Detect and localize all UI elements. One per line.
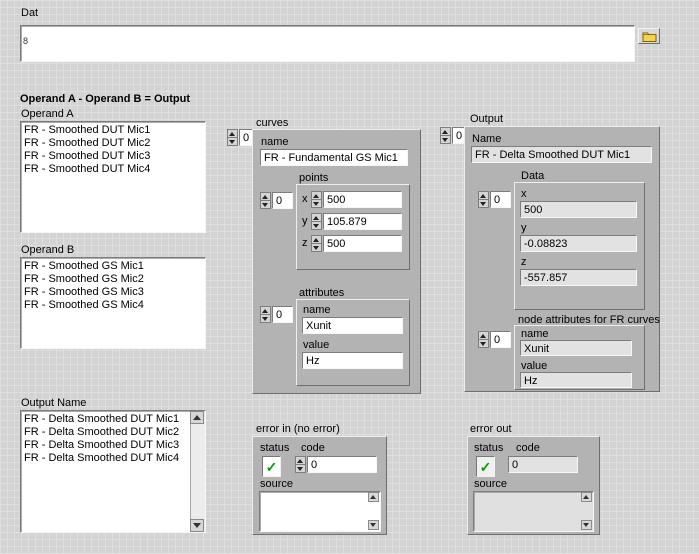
output-label: Output [470, 113, 503, 125]
attributes-index-spinner[interactable] [260, 306, 271, 323]
node-attributes-index-field[interactable]: 0 [490, 331, 511, 348]
node-attribute-name-label: name [521, 328, 549, 340]
attributes-label: attributes [299, 287, 344, 299]
node-attributes-index-spinner[interactable] [478, 331, 489, 348]
error-out-label: error out [470, 423, 512, 435]
output-index-spinner[interactable] [440, 127, 451, 144]
list-item[interactable]: FR - Delta Smoothed DUT Mic4 [24, 452, 179, 465]
error-out-status-indicator: ✓ [476, 456, 495, 477]
list-item[interactable]: FR - Smoothed GS Mic2 [24, 273, 144, 286]
operand-a-label: Operand A [21, 108, 74, 120]
decrement-icon[interactable] [311, 243, 322, 252]
point-y-field[interactable]: 105.879 [323, 213, 402, 230]
error-in-source-label: source [260, 478, 293, 490]
decrement-icon[interactable] [311, 221, 322, 230]
data-x-field: 500 [520, 201, 637, 218]
node-attribute-value-field: Hz [520, 372, 632, 388]
points-label: points [299, 172, 328, 184]
decrement-icon[interactable] [311, 199, 322, 208]
operand-b-label: Operand B [21, 244, 74, 256]
output-curve-name-field: FR - Delta Smoothed DUT Mic1 [471, 146, 652, 163]
decrement-icon[interactable] [295, 464, 306, 473]
decrement-icon[interactable] [260, 200, 271, 209]
output-curve-name-label: Name [472, 133, 501, 145]
data-label: Data [521, 170, 544, 182]
list-item[interactable]: FR - Smoothed DUT Mic4 [24, 163, 150, 176]
point-x-label: x [302, 193, 308, 205]
list-item[interactable]: FR - Smoothed GS Mic3 [24, 286, 144, 299]
error-in-status-label: status [260, 442, 289, 454]
error-out-status-label: status [474, 442, 503, 454]
attribute-name-field[interactable]: Xunit [302, 317, 403, 334]
labview-front-panel: Dat 8 Operand A - Operand B = Output Ope… [0, 0, 699, 554]
error-out-source-label: source [474, 478, 507, 490]
points-index-spinner[interactable] [260, 192, 271, 209]
node-attribute-name-field: Xunit [520, 340, 632, 356]
curve-name-field[interactable]: FR - Fundamental GS Mic1 [260, 149, 408, 166]
curve-name-label: name [261, 136, 289, 148]
point-x-spinner[interactable] [311, 191, 322, 208]
error-in-source-field[interactable] [259, 491, 381, 532]
points-index-field[interactable]: 0 [272, 192, 293, 209]
scroll-up-button[interactable] [190, 411, 204, 424]
list-item[interactable]: FR - Smoothed GS Mic1 [24, 260, 144, 273]
browse-button[interactable] [638, 28, 660, 44]
error-out-code-field: 0 [508, 456, 578, 473]
folder-icon [642, 31, 657, 42]
error-out-code-label: code [516, 442, 540, 454]
scroll-down-button[interactable] [368, 520, 379, 530]
output-name-scrollbar[interactable] [190, 411, 205, 532]
node-attribute-value-label: value [521, 360, 547, 372]
point-z-spinner[interactable] [311, 235, 322, 252]
curves-index-spinner[interactable] [227, 129, 238, 146]
scroll-up-button[interactable] [581, 492, 592, 502]
list-item[interactable]: FR - Delta Smoothed DUT Mic1 [24, 413, 179, 426]
decrement-icon[interactable] [478, 339, 489, 348]
decrement-icon[interactable] [440, 135, 451, 144]
error-in-code-label: code [301, 442, 325, 454]
data-y-field: -0.08823 [520, 235, 637, 252]
point-x-field[interactable]: 500 [323, 191, 402, 208]
output-name-label: Output Name [21, 397, 86, 409]
list-item[interactable]: FR - Delta Smoothed DUT Mic3 [24, 439, 179, 452]
decrement-icon[interactable] [227, 137, 238, 146]
data-index-field[interactable]: 0 [490, 191, 511, 208]
scroll-down-button[interactable] [190, 519, 204, 532]
path-type-glyph: 8 [23, 37, 28, 46]
attribute-name-label: name [303, 304, 331, 316]
point-z-label: z [302, 237, 308, 249]
error-in-label: error in (no error) [256, 423, 340, 435]
list-item[interactable]: FR - Delta Smoothed DUT Mic2 [24, 426, 179, 439]
path-input[interactable] [20, 25, 635, 62]
decrement-icon[interactable] [260, 314, 271, 323]
point-z-field[interactable]: 500 [323, 235, 402, 252]
attribute-value-label: value [303, 339, 329, 351]
path-control-label: Dat [21, 7, 38, 19]
data-x-label: x [521, 188, 527, 200]
list-item[interactable]: FR - Smoothed DUT Mic2 [24, 137, 150, 150]
error-out-source-field [473, 491, 594, 532]
point-y-spinner[interactable] [311, 213, 322, 230]
data-index-spinner[interactable] [478, 191, 489, 208]
data-y-label: y [521, 222, 527, 234]
point-y-label: y [302, 215, 308, 227]
error-in-status-indicator[interactable]: ✓ [262, 456, 281, 477]
list-item[interactable]: FR - Smoothed DUT Mic3 [24, 150, 150, 163]
scroll-down-button[interactable] [581, 520, 592, 530]
data-z-label: z [521, 256, 527, 268]
equation-heading: Operand A - Operand B = Output [20, 93, 190, 105]
list-item[interactable]: FR - Smoothed DUT Mic1 [24, 124, 150, 137]
attributes-index-field[interactable]: 0 [272, 306, 293, 323]
scroll-up-button[interactable] [368, 492, 379, 502]
attribute-value-field[interactable]: Hz [302, 352, 403, 369]
list-item[interactable]: FR - Smoothed GS Mic4 [24, 299, 144, 312]
data-z-field: -557.857 [520, 269, 637, 286]
error-in-code-field[interactable]: 0 [307, 456, 377, 473]
curves-label: curves [256, 117, 288, 129]
decrement-icon[interactable] [478, 199, 489, 208]
error-in-code-spinner[interactable] [295, 456, 306, 473]
